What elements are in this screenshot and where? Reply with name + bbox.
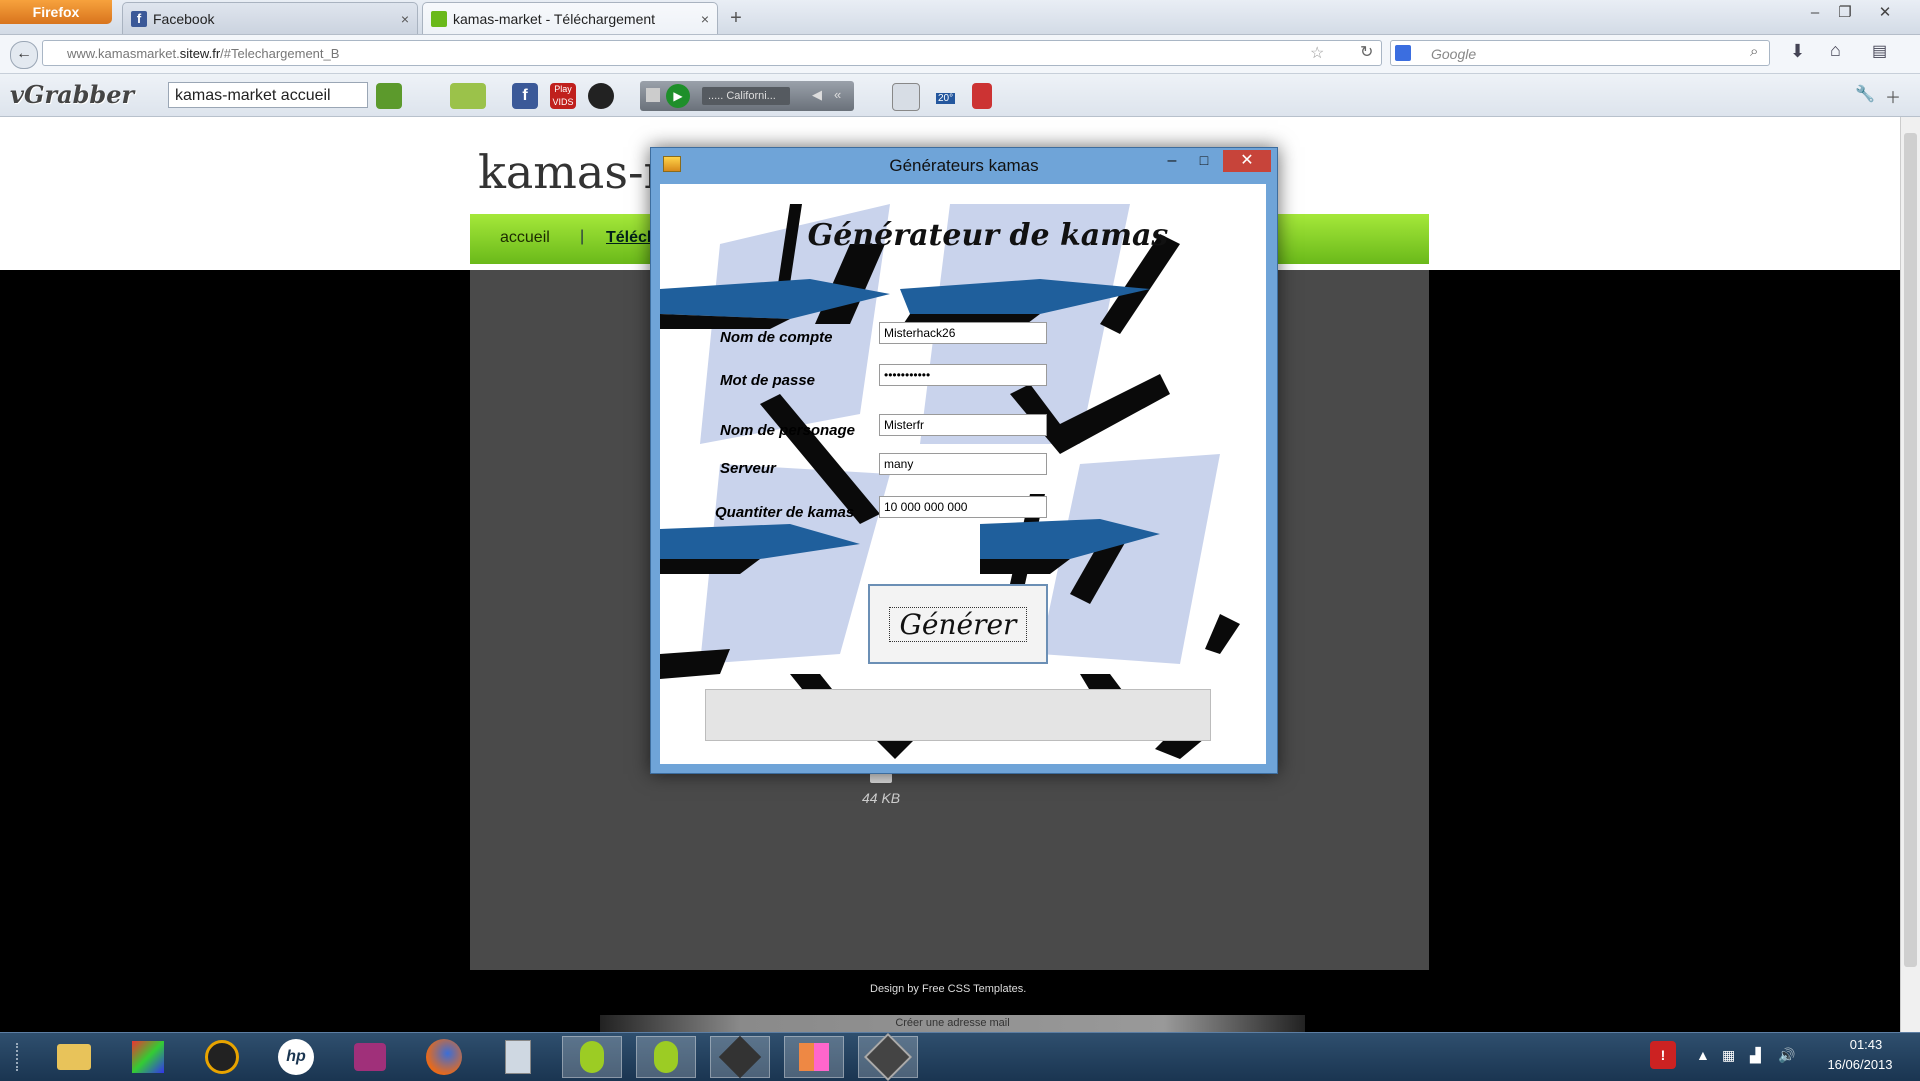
create-mail-bar[interactable]: Créer une adresse mail	[600, 1015, 1305, 1032]
show-hidden-icons-icon[interactable]: ▲	[1696, 1047, 1710, 1063]
tab-title: Facebook	[153, 11, 215, 27]
tab-facebook[interactable]: f Facebook ×	[122, 2, 418, 34]
server-label: Serveur	[720, 460, 776, 477]
weather-icon[interactable]: 20°	[932, 83, 958, 109]
scrollbar-thumb[interactable]	[1904, 133, 1917, 967]
weather-temp: 20°	[936, 93, 956, 104]
kamas-quantity-input[interactable]	[879, 496, 1047, 518]
generate-button[interactable]: Générer	[868, 584, 1048, 664]
url-bar[interactable]: www.kamasmarket.sitew.fr/#Telechargement…	[42, 40, 1382, 66]
footer-credit: Design by Free CSS Templates.	[870, 983, 1026, 995]
vgrabber-select[interactable]: kamas-market accueil	[168, 82, 368, 108]
vgrabber-logo[interactable]: vGrabber	[10, 80, 134, 109]
play-icon[interactable]: ▶	[666, 84, 690, 108]
generator-heading: Générateur de kamas	[807, 218, 1169, 253]
green-app-2-icon[interactable]	[636, 1036, 696, 1078]
account-name-label: Nom de compte	[720, 329, 833, 346]
wrench-icon[interactable]: 🔧	[1855, 84, 1875, 104]
search-input[interactable]: Google	[1390, 40, 1770, 66]
windows-taskbar: hp ! ▲ ▦ ▟ 🔊 01:43 16/06/2013	[0, 1032, 1920, 1081]
google-search-icon[interactable]	[1395, 45, 1411, 61]
terminal-icon[interactable]	[710, 1035, 770, 1079]
close-tab-icon[interactable]: ×	[701, 3, 709, 35]
clock-time[interactable]: 01:43	[1836, 1037, 1896, 1052]
firefox-menu-button[interactable]: Firefox	[0, 0, 112, 24]
menu-item-accueil[interactable]: accueil	[500, 229, 550, 247]
close-window-button[interactable]: ✕	[1870, 2, 1900, 24]
network-app-icon[interactable]	[340, 1036, 400, 1078]
hp-icon[interactable]: hp	[266, 1036, 326, 1078]
character-name-input[interactable]	[879, 414, 1047, 436]
windows-store-icon[interactable]	[784, 1036, 844, 1078]
track-select[interactable]: ..... Californi...	[702, 87, 790, 105]
file-explorer-icon[interactable]	[44, 1036, 104, 1078]
bookmark-star-icon[interactable]: ☆	[1310, 43, 1324, 63]
page-scrollbar[interactable]	[1900, 117, 1920, 1032]
dialog-minimize-button[interactable]: –	[1157, 152, 1187, 172]
character-name-label: Nom de personage	[720, 422, 856, 439]
facebook-icon: f	[131, 11, 147, 27]
search-icon[interactable]: ⌕	[1750, 43, 1758, 60]
green-app-icon[interactable]	[562, 1036, 622, 1078]
close-tab-icon[interactable]: ×	[401, 3, 409, 35]
addon-toolbar: vGrabber kamas-market accueil f Play VIDS…	[0, 74, 1920, 117]
signal-icon[interactable]: ▟	[1750, 1047, 1761, 1064]
url-domain: sitew.fr	[179, 46, 221, 61]
progress-bar	[705, 689, 1211, 741]
kamas-market-favicon-icon	[431, 11, 447, 27]
dialog-maximize-button[interactable]: □	[1189, 152, 1219, 172]
calculator-icon[interactable]	[488, 1036, 548, 1078]
restore-window-button[interactable]: ❐	[1830, 2, 1860, 24]
menu-separator: |	[580, 228, 585, 245]
generator-dialog: Générateurs kamas – □ ✕ Générateur de ka…	[650, 147, 1278, 774]
generate-button-label: Générer	[888, 606, 1028, 642]
browser-tab-bar: Firefox f Facebook × kamas-market - Télé…	[0, 0, 1920, 35]
tab-kamas-market[interactable]: kamas-market - Téléchargement ×	[422, 2, 718, 34]
dialog-body: Générateur de kamas Nom de compte Mot de…	[660, 184, 1266, 764]
video-download-icon[interactable]	[450, 83, 486, 109]
taskbar-grip	[16, 1043, 24, 1071]
photo-app-icon[interactable]	[118, 1036, 178, 1078]
download-size: 44 KB	[862, 790, 901, 806]
url-prefix: www.kamasmarket.	[67, 46, 180, 61]
add-icon[interactable]: ＋	[1885, 84, 1901, 108]
clock-date[interactable]: 16/06/2013	[1820, 1057, 1900, 1072]
window-icon[interactable]	[892, 83, 920, 111]
back-arrow-icon[interactable]: ←	[10, 41, 38, 69]
volume-icon[interactable]: 🔊	[1778, 1047, 1795, 1064]
playvids-icon[interactable]: Play VIDS	[550, 83, 576, 109]
firefox-icon[interactable]	[414, 1036, 474, 1078]
media-player-icon[interactable]	[192, 1036, 252, 1078]
footer-link[interactable]: Free CSS Templates	[922, 983, 1023, 995]
trash-icon[interactable]	[972, 83, 992, 109]
reload-icon[interactable]: ↻	[1360, 42, 1373, 62]
new-tab-button[interactable]: +	[722, 6, 750, 32]
url-path: /#Telechargement_B	[220, 46, 340, 61]
globe-icon[interactable]	[588, 83, 614, 109]
network-icon[interactable]: ▦	[1722, 1047, 1735, 1064]
home-icon[interactable]: ⌂	[1830, 40, 1841, 61]
footer-suffix: .	[1023, 983, 1027, 995]
account-name-input[interactable]	[879, 322, 1047, 344]
dialog-close-button[interactable]: ✕	[1223, 150, 1271, 172]
navigation-bar: ← www.kamasmarket.sitew.fr/#Telechargeme…	[0, 35, 1920, 74]
music-note-icon[interactable]	[646, 88, 660, 102]
tab-title: kamas-market - Téléchargement	[453, 11, 656, 27]
alert-icon[interactable]: !	[1650, 1041, 1676, 1069]
file-download-icon[interactable]	[870, 773, 892, 783]
music-player: ▶ ..... Californi... ◀ «	[640, 81, 854, 111]
facebook-icon[interactable]: f	[512, 83, 538, 109]
volume-icon[interactable]: ◀	[812, 87, 822, 103]
footer-prefix: Design by	[870, 983, 922, 995]
go-arrow-icon[interactable]	[376, 83, 402, 109]
password-label: Mot de passe	[720, 372, 816, 389]
password-input[interactable]	[879, 364, 1047, 386]
server-input[interactable]	[879, 453, 1047, 475]
minimize-window-button[interactable]: –	[1800, 2, 1830, 24]
cheat-app-icon[interactable]	[858, 1032, 918, 1081]
rewind-icon[interactable]: «	[834, 87, 841, 102]
kamas-quantity-label: Quantiter de kamas	[715, 504, 855, 521]
bookmarks-menu-icon[interactable]: ▤	[1872, 41, 1887, 61]
download-icon[interactable]: ⬇	[1790, 41, 1805, 62]
